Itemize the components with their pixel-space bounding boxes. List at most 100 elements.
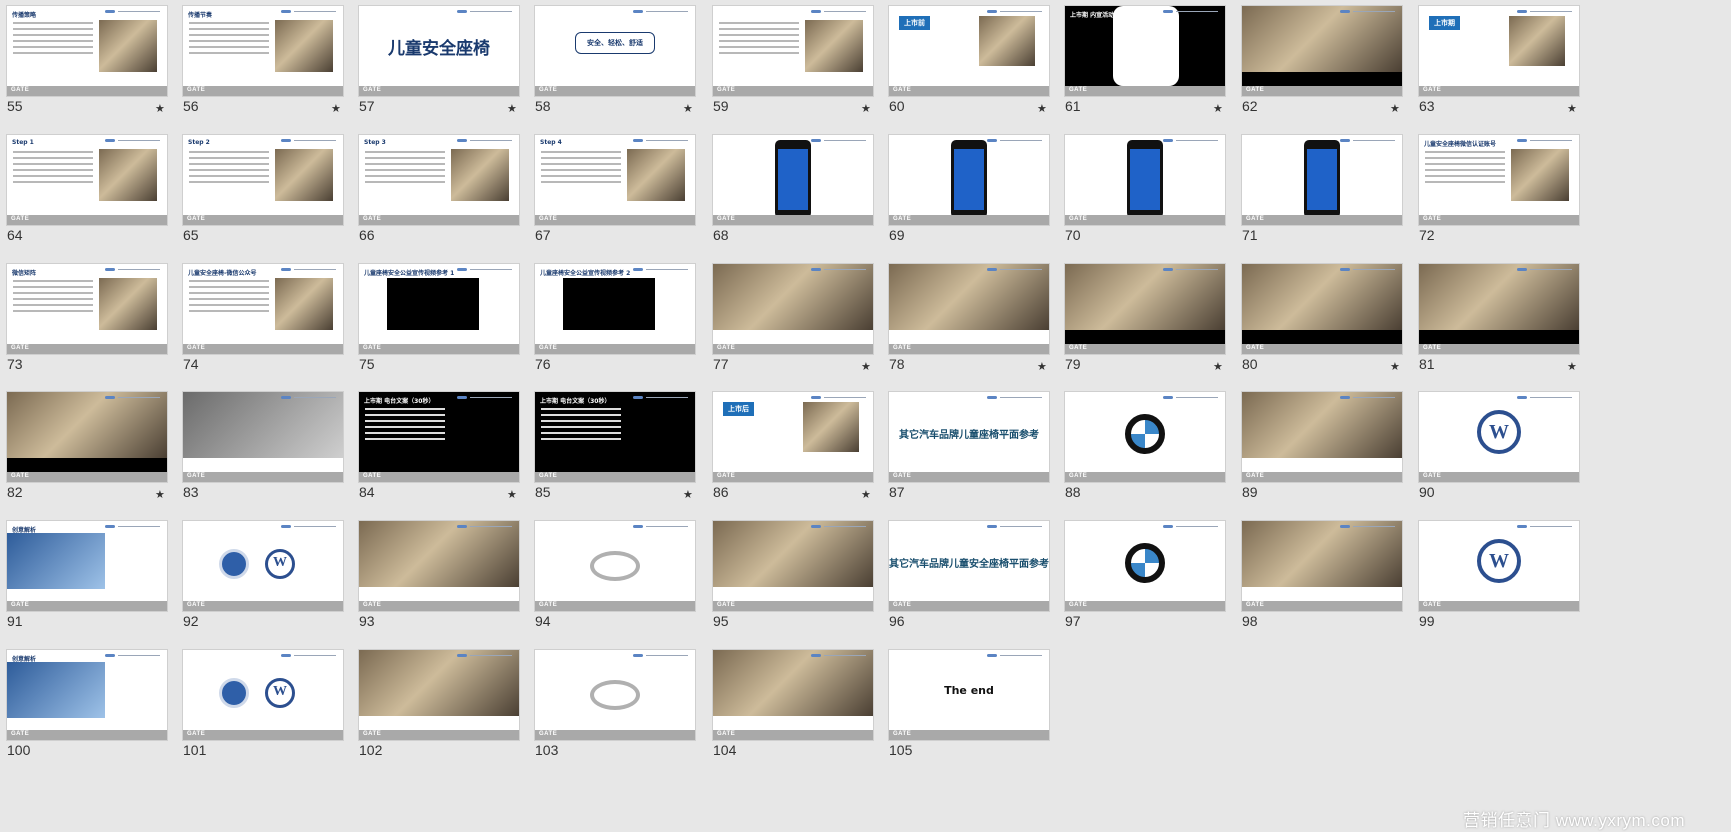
slide-title: 儿童座椅安全公益宣传视频参考 1 — [364, 270, 455, 277]
slide-thumbnail[interactable]: Step 3 GATE 66 — [358, 134, 520, 247]
slide-number: 104 — [713, 742, 737, 758]
slide-thumbnail[interactable]: W GATE 90 — [1418, 391, 1580, 504]
slide-footer: GATE — [1419, 86, 1579, 96]
slide-thumbnail[interactable]: W GATE 92 — [182, 520, 344, 633]
slide-photo — [359, 650, 519, 716]
slide-thumbnail[interactable]: 其它汽车品牌儿童座椅平面参考 GATE 87 — [888, 391, 1050, 504]
slide-footer: GATE — [7, 215, 167, 225]
slide-thumbnail[interactable]: 儿童座椅安全公益宣传视频参考 1 GATE 75 — [358, 263, 520, 376]
slide-thumbnail[interactable]: GATE 59 ★ — [712, 5, 874, 118]
footer-brand: GATE — [187, 345, 206, 351]
slide-number: 66 — [359, 227, 375, 243]
slide-badge: 上市前 — [899, 16, 930, 30]
slide-thumbnail[interactable]: 其它汽车品牌儿童安全座椅平面参考 GATE 96 — [888, 520, 1050, 633]
slide-preview: 创意解析GATE — [1241, 391, 1403, 483]
slide-preview: 儿童安全座椅微信认证账号 GATE — [1418, 134, 1580, 226]
slide-thumbnail[interactable]: 上市前 GATE 60 ★ — [888, 5, 1050, 118]
slide-thumbnail[interactable]: 安全、轻松、舒适 GATE 58 ★ — [534, 5, 696, 118]
header-rule — [457, 525, 513, 528]
slide-thumbnail[interactable]: 儿童安全座椅 GATE 57 ★ — [358, 5, 520, 118]
slide-thumbnail[interactable]: 创意解析GATE98 — [1241, 520, 1403, 633]
slide-thumbnail[interactable]: 创意解析GATE102 — [358, 649, 520, 762]
slide-number: 99 — [1419, 613, 1435, 629]
slide-preview: 创意解析GATE — [358, 520, 520, 612]
slide-text-lines — [1425, 151, 1505, 187]
slide-number: 97 — [1065, 613, 1081, 629]
slide-thumbnail[interactable]: 传播节奏 GATE 56 ★ — [182, 5, 344, 118]
footer-brand: GATE — [539, 473, 558, 479]
slide-footer: GATE — [889, 215, 1049, 225]
slide-thumbnail[interactable]: 上市期 GATE 63 ★ — [1418, 5, 1580, 118]
slide-number: 57 — [359, 98, 375, 114]
slide-thumbnail[interactable]: 创意解析GATE89 — [1241, 391, 1403, 504]
slide-thumbnail[interactable]: GATE 82 ★ — [6, 391, 168, 504]
slide-footer: GATE — [535, 215, 695, 225]
slide-thumbnail[interactable]: Step 2 GATE 65 — [182, 134, 344, 247]
slide-thumbnail[interactable]: 创意解析GATE95 — [712, 520, 874, 633]
slide-thumbnail[interactable]: 创意解析 GATE 91 — [6, 520, 168, 633]
slide-thumbnail[interactable]: W GATE 101 — [182, 649, 344, 762]
footer-brand: GATE — [1246, 87, 1265, 93]
slide-thumbnail[interactable]: 儿童安全座椅微信认证账号 GATE 72 — [1418, 134, 1580, 247]
slide-thumbnail[interactable]: Step 1 GATE 64 — [6, 134, 168, 247]
slide-footer: GATE — [1419, 472, 1579, 482]
slide-photo — [7, 662, 105, 718]
slide-thumbnail[interactable]: GATE 103 — [534, 649, 696, 762]
slide-thumbnail[interactable]: GATE 97 — [1064, 520, 1226, 633]
header-rule — [281, 268, 337, 271]
slide-title: Step 4 — [540, 139, 562, 146]
footer-brand: GATE — [717, 473, 736, 479]
animation-star-icon: ★ — [1567, 102, 1577, 115]
slide-thumbnail[interactable]: GATE 88 — [1064, 391, 1226, 504]
slide-footer: GATE — [713, 86, 873, 96]
bmw-logo-icon — [1125, 414, 1165, 454]
header-rule — [811, 525, 867, 528]
slide-thumbnail[interactable]: Step 4 GATE 67 — [534, 134, 696, 247]
phone-mockup — [1127, 140, 1163, 218]
slide-photo — [99, 278, 157, 330]
slide-thumbnail[interactable]: 传播策略 GATE 55 ★ — [6, 5, 168, 118]
slide-title: 传播策略 — [12, 12, 37, 19]
animation-star-icon: ★ — [507, 488, 517, 501]
slide-thumbnail[interactable]: 创意解析 GATE 100 — [6, 649, 168, 762]
slide-number: 91 — [7, 613, 23, 629]
slide-photo — [1242, 6, 1402, 72]
slide-thumbnail[interactable]: 儿童座椅安全公益宣传视频参考 2 GATE 76 — [534, 263, 696, 376]
slide-thumbnail[interactable]: GATE 81 ★ — [1418, 263, 1580, 376]
slide-thumbnail[interactable]: GATE 71 — [1241, 134, 1403, 247]
slide-bubble-text: 安全、轻松、舒适 — [575, 32, 655, 54]
slide-thumbnail[interactable]: 上市期 内宣活动KV GATE 61 ★ — [1064, 5, 1226, 118]
slide-preview: GATE — [1241, 263, 1403, 355]
slide-thumbnail[interactable]: 微信矩阵 GATE 73 — [6, 263, 168, 376]
slide-thumbnail[interactable]: GATE 83 — [182, 391, 344, 504]
slide-thumbnail[interactable]: 上市期 电台文案（30秒） GATE 84 ★ — [358, 391, 520, 504]
slide-thumbnail[interactable]: GATE 94 — [534, 520, 696, 633]
slide-thumbnail[interactable]: 创意解析GATE104 — [712, 649, 874, 762]
slide-thumbnail[interactable]: GATE 79 ★ — [1064, 263, 1226, 376]
slide-number: 86 — [713, 484, 729, 500]
slide-thumbnail[interactable]: GATE 77 ★ — [712, 263, 874, 376]
slide-footer: GATE — [359, 344, 519, 354]
slide-thumbnail[interactable]: 上市后 GATE 86 ★ — [712, 391, 874, 504]
footer-brand: GATE — [717, 602, 736, 608]
slide-thumbnail[interactable]: GATE 78 ★ — [888, 263, 1050, 376]
slide-number: 87 — [889, 484, 905, 500]
slide-thumbnail[interactable]: 宣传期 内宣活动KVGATE62 ★ — [1241, 5, 1403, 118]
footer-brand: GATE — [363, 87, 382, 93]
slide-thumbnail[interactable]: 儿童安全座椅-微信公众号 GATE 74 — [182, 263, 344, 376]
slide-thumbnail[interactable]: GATE 69 — [888, 134, 1050, 247]
slide-thumbnail[interactable]: W GATE 99 — [1418, 520, 1580, 633]
toyota-logo-icon — [590, 680, 640, 710]
slide-thumbnail[interactable]: 创意解析GATE93 — [358, 520, 520, 633]
slide-thumbnail[interactable]: GATE 70 — [1064, 134, 1226, 247]
slide-number: 81 — [1419, 356, 1435, 372]
slide-preview: 上市期 GATE — [1418, 5, 1580, 97]
slide-thumbnail[interactable]: 上市期 电台文案（30秒） GATE 85 ★ — [534, 391, 696, 504]
slide-thumbnail[interactable]: GATE 68 — [712, 134, 874, 247]
slide-thumbnail[interactable]: The end GATE 105 — [888, 649, 1050, 762]
slide-thumbnail[interactable]: GATE 80 ★ — [1241, 263, 1403, 376]
slide-preview: Step 1 GATE — [6, 134, 168, 226]
slide-preview: 宣传期 内宣活动KVGATE — [1241, 5, 1403, 97]
footer-brand: GATE — [1246, 216, 1265, 222]
slide-photo — [805, 20, 863, 72]
